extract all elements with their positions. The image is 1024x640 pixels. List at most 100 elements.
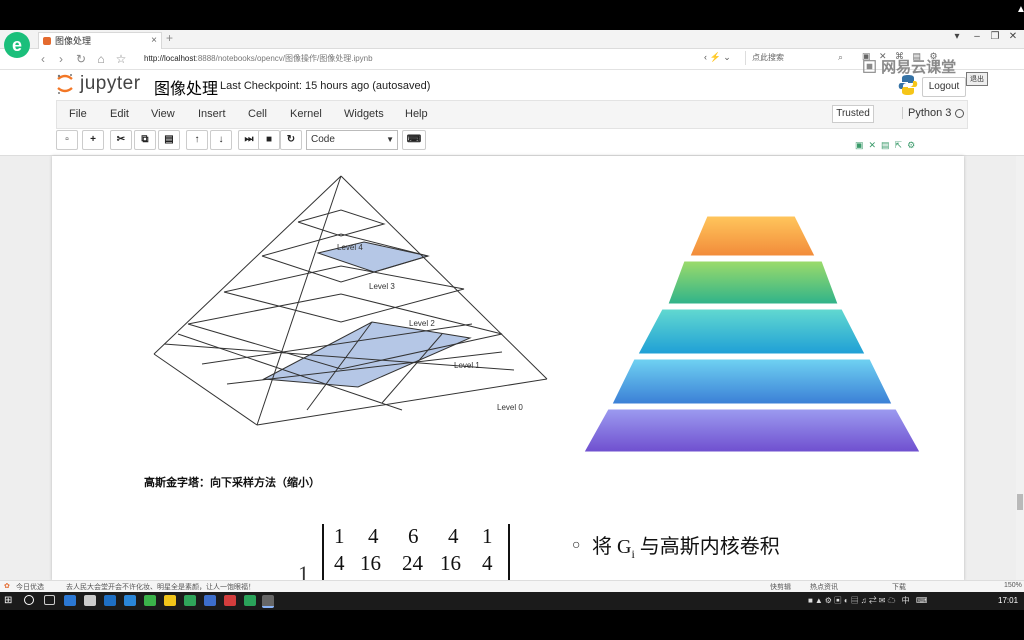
bullet-prefix: 将 — [592, 536, 617, 558]
level-0-label: Level 0 — [497, 403, 523, 412]
menu-help[interactable]: Help — [405, 108, 428, 120]
menu-widgets[interactable]: Widgets — [344, 108, 384, 120]
matrix-cell: 4 — [482, 551, 493, 575]
bullet-symbol: G — [617, 536, 632, 558]
system-tray-icons[interactable]: ■▲⚙▣◐▤♫⇄✉☁ 中 ⌨ — [808, 595, 929, 606]
move-down-icon[interactable]: ↓ — [210, 130, 232, 150]
trusted-badge[interactable]: Trusted — [832, 105, 874, 123]
close-tab-icon[interactable]: × — [151, 33, 157, 49]
tab-notebook[interactable]: 图像处理 × — [38, 32, 162, 49]
taskbar-active-app-icon[interactable] — [262, 595, 274, 608]
copy-icon[interactable]: ⧉ — [134, 130, 156, 150]
menu-file[interactable]: File — [69, 108, 87, 120]
menu-edit[interactable]: Edit — [110, 108, 129, 120]
scrollbar-thumb[interactable] — [1017, 494, 1023, 510]
matrix-cell: 16 — [360, 551, 381, 575]
kernel-name[interactable]: Python 3 — [902, 107, 951, 119]
exit-button[interactable]: 退出 — [966, 72, 988, 86]
watermark-text: 网易云课堂 — [881, 59, 957, 76]
url-host: http://localhost — [144, 54, 196, 63]
reload-icon[interactable]: ↻ — [74, 52, 88, 66]
insert-cell-icon[interactable]: + — [82, 130, 104, 150]
notebook-page: Level 4 Level 3 Level 2 Level 1 Level 0 — [52, 156, 964, 581]
taskbar-app-icon[interactable] — [104, 595, 116, 606]
taskbar-clock[interactable]: 17:01 — [998, 596, 1018, 605]
menu-icon[interactable]: ▾ — [950, 31, 964, 42]
search-circle-icon[interactable] — [24, 595, 34, 605]
recommend-icon: ✿ — [4, 583, 10, 590]
taskbar-app-icon[interactable] — [164, 595, 176, 606]
matrix-cell: 16 — [440, 551, 461, 575]
menu-kernel[interactable]: Kernel — [290, 108, 322, 120]
zoom-level[interactable]: 150% — [1004, 582, 1022, 589]
tab-title: 图像处理 — [55, 36, 92, 46]
url-path: :8888/notebooks/opencv/图像操作/图像处理.ipynb — [195, 54, 373, 63]
save-icon[interactable]: ▫ — [56, 130, 78, 150]
mouse-cursor-icon: ▲ — [1016, 4, 1024, 15]
taskbar-app-icon[interactable] — [184, 595, 196, 606]
status-item[interactable]: 下载 — [892, 582, 906, 592]
taskbar-app-icon[interactable] — [84, 595, 96, 606]
status-item[interactable]: 快剪辑 — [770, 582, 791, 592]
taskbar-app-icon[interactable] — [124, 595, 136, 606]
level1-fill — [262, 321, 472, 388]
notebook-area: Level 4 Level 3 Level 2 Level 1 Level 0 — [0, 155, 1024, 581]
taskbar-app-icon[interactable] — [224, 595, 236, 606]
move-up-icon[interactable]: ↑ — [186, 130, 208, 150]
matrix-cell: 1 — [334, 524, 345, 548]
edge-icon[interactable] — [64, 595, 76, 606]
vertical-scrollbar[interactable] — [1016, 156, 1024, 581]
bookmark-star-icon[interactable]: ☆ — [114, 52, 128, 66]
taskbar-app-icon[interactable] — [144, 595, 156, 606]
recommend-label[interactable]: 今日优选 — [16, 582, 44, 592]
keyboard-icon[interactable]: ⌨ — [402, 130, 426, 150]
notebook-toolbar: ▫ + ✂ ⧉ ▤ ↑ ↓ ⏭ ■ ↻ Code ▼ ⌨ — [56, 129, 966, 153]
jupyter-brand: jupyter — [80, 73, 141, 94]
cut-icon[interactable]: ✂ — [110, 130, 132, 150]
level-4-label: Level 4 — [337, 243, 363, 252]
watermark-brand: ▣ 网易云课堂 — [862, 59, 957, 76]
restore-icon[interactable]: ❐ — [988, 31, 1002, 42]
url-share-icon[interactable]: ‹ ⚡ ⌄ — [704, 52, 731, 63]
new-tab-icon[interactable]: + — [166, 31, 173, 45]
taskbar-app-icon[interactable] — [244, 595, 256, 606]
browser-logo-icon[interactable]: e — [4, 32, 30, 58]
minimize-icon[interactable]: – — [970, 31, 984, 42]
task-view-icon[interactable] — [44, 595, 55, 605]
jupyter-logo-icon[interactable] — [56, 73, 74, 95]
matrix-cell: 6 — [408, 524, 419, 548]
bullet-circle-icon: ○ — [572, 536, 581, 552]
menu-insert[interactable]: Insert — [198, 108, 226, 120]
matrix-cell: 1 — [482, 524, 493, 548]
kernel-idle-indicator-icon — [955, 109, 964, 118]
matrix-cell: 4 — [448, 524, 459, 548]
menu-cell[interactable]: Cell — [248, 108, 267, 120]
search-icon[interactable]: ⌕ — [838, 52, 843, 63]
close-window-icon[interactable]: ✕ — [1006, 31, 1020, 42]
taskbar-app-icon[interactable] — [204, 595, 216, 606]
cell-type-select[interactable]: Code ▼ — [306, 130, 398, 150]
matrix-scale: 1 — [298, 561, 309, 581]
stop-icon[interactable]: ■ — [258, 130, 280, 150]
browser-window: 图像处理 × + ▾ – ❐ ✕ e ‹ › ↻ ⌂ ☆ http://loca… — [0, 30, 1024, 593]
url-field[interactable]: http://localhost:8888/notebooks/opencv/图… — [144, 53, 373, 64]
matrix-cell: 4 — [334, 551, 345, 575]
nbextension-icons[interactable]: ▣✕▤⇱⚙ — [855, 140, 920, 151]
matrix-cell: 24 — [402, 551, 423, 575]
tab-bar: 图像处理 × + ▾ – ❐ ✕ — [0, 30, 1024, 49]
level-2-label: Level 2 — [409, 319, 435, 328]
paste-icon[interactable]: ▤ — [158, 130, 180, 150]
back-icon[interactable]: ‹ — [36, 52, 50, 66]
run-icon[interactable]: ⏭ — [238, 130, 260, 150]
forward-icon[interactable]: › — [54, 52, 68, 66]
notebook-title[interactable]: 图像处理 — [154, 75, 218, 99]
gradient-pyramid-image — [583, 215, 921, 453]
logout-button[interactable]: Logout — [922, 77, 966, 97]
restart-icon[interactable]: ↻ — [280, 130, 302, 150]
cell-type-value: Code — [311, 134, 335, 145]
news-ticker[interactable]: 去人民大会堂开会不许化妆、明星全是素颜，让人一饱眼福！ — [66, 582, 255, 592]
menu-view[interactable]: View — [151, 108, 175, 120]
status-item[interactable]: 热点资讯 — [810, 582, 838, 592]
start-windows-icon[interactable]: ⊞ — [4, 595, 16, 606]
home-icon[interactable]: ⌂ — [94, 52, 108, 66]
